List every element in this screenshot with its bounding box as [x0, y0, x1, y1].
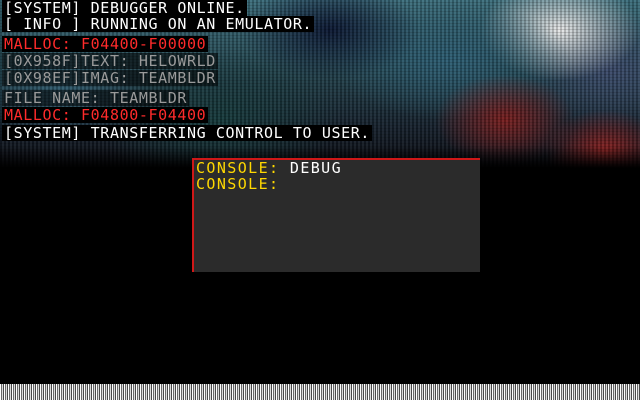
console-input-line[interactable]: CONSOLE:	[196, 176, 279, 192]
log-line-file-name: FILE NAME: TEAMBLDR	[2, 89, 189, 107]
bottom-status-stripe	[0, 384, 640, 400]
log-line-info-emulator: [ INFO ] RUNNING ON AN EMULATOR.	[2, 15, 315, 33]
console-panel[interactable]: CONSOLE: DEBUG CONSOLE:	[192, 158, 480, 272]
log-line-malloc-2: MALLOC: F04800-F04400	[2, 106, 209, 124]
log-line-image-address: [0X98EF]IMAG: TEAMBLDR	[2, 69, 218, 87]
log-line-text-address: [0X958F]TEXT: HELOWRLD	[2, 52, 218, 70]
console-output-line: CONSOLE: DEBUG	[196, 160, 342, 176]
console-output-value: DEBUG	[289, 159, 343, 177]
log-line-system-online: [SYSTEM] DEBUGGER ONLINE.	[2, 0, 247, 17]
console-prompt-label: CONSOLE:	[196, 175, 280, 193]
log-line-transfer-control: [SYSTEM] TRANSFERRING CONTROL TO USER.	[2, 124, 372, 142]
log-line-malloc-1: MALLOC: F04400-F00000	[2, 35, 209, 53]
